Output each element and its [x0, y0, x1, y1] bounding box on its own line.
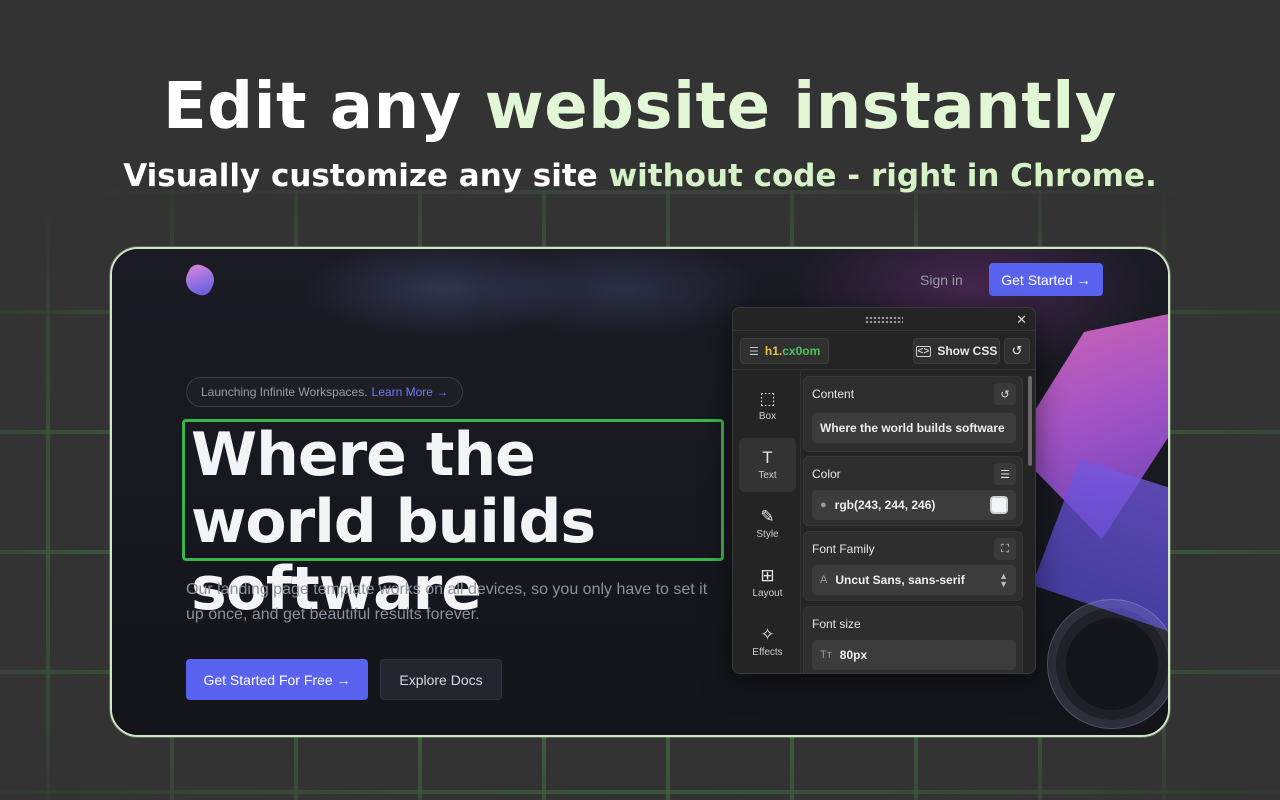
announcement-pill[interactable]: Launching Infinite Workspaces. Learn Mor…	[186, 377, 464, 407]
font-size-label: Font size	[812, 617, 861, 631]
layout-icon: ⊞	[760, 566, 775, 585]
explore-docs-button[interactable]: Explore Docs	[380, 659, 502, 700]
font-family-label: Font Family	[812, 542, 875, 556]
content-value: Where the world builds software	[820, 421, 1005, 435]
announcement-text: Launching Infinite Workspaces.	[201, 385, 368, 399]
tab-style[interactable]: ✎ Style	[739, 497, 796, 551]
content-label: Content	[812, 387, 855, 401]
hero-title: Edit any website instantly	[0, 70, 1280, 144]
code-icon: <>	[915, 345, 932, 357]
wand-icon: ✧	[760, 625, 775, 644]
hero-subtitle-accent: without code - right in Chrome.	[608, 158, 1157, 194]
panel-body: Content ↺ Where the world builds softwar…	[803, 376, 1023, 673]
font-family-value: Uncut Sans, sans-serif	[835, 573, 965, 587]
font-size-section: Font size Tт 80px	[803, 606, 1023, 673]
tab-box-label: Box	[758, 411, 777, 422]
website-preview-frame: Sign in Get Started → Launching Infinite…	[110, 247, 1170, 737]
expand-icon[interactable]: ⛶	[994, 538, 1016, 560]
hero-title-part1: Edit any	[163, 70, 462, 144]
signin-link[interactable]: Sign in	[920, 272, 963, 288]
get-started-free-button[interactable]: Get Started For Free →	[186, 659, 368, 700]
decorative-shape-rings	[1047, 599, 1168, 729]
tab-text[interactable]: T Text	[739, 438, 796, 492]
text-icon: T	[762, 448, 773, 467]
font-icon: A	[820, 574, 828, 586]
site-lead-text: Our landing page template works on all d…	[186, 581, 708, 623]
tab-effects[interactable]: ✧ Effects	[739, 615, 796, 669]
color-label: Color	[812, 467, 841, 481]
reset-icon[interactable]: ↺	[1004, 338, 1030, 364]
font-size-input[interactable]: Tт 80px	[812, 640, 1016, 670]
tab-layout[interactable]: ⊞ Layout	[739, 556, 796, 610]
nav-get-started-button[interactable]: Get Started →	[989, 263, 1103, 296]
box-icon: ⬚	[759, 389, 776, 408]
content-input[interactable]: Where the world builds software	[812, 413, 1016, 443]
hero-subtitle: Visually customize any site without code…	[0, 158, 1280, 194]
chevron-updown-icon: ▲ ▼	[999, 571, 1008, 589]
brush-icon: ✎	[760, 507, 775, 526]
content-section: Content ↺ Where the world builds softwar…	[803, 376, 1023, 452]
hero-title-accent: website instantly	[484, 70, 1117, 144]
panel-toolbar: ☰ h1.cx0om <> Show CSS ↺	[733, 330, 1035, 370]
tab-effects-label: Effects	[752, 647, 783, 658]
selector-id: cx0om	[782, 344, 821, 358]
hero-subtitle-part1: Visually customize any site	[123, 158, 598, 194]
color-input[interactable]: ● rgb(243, 244, 246)	[812, 490, 1016, 520]
tab-style-label: Style	[756, 529, 779, 540]
reset-content-icon[interactable]: ↺	[994, 383, 1016, 405]
tab-layout-label: Layout	[752, 588, 783, 599]
list-icon[interactable]: ☰	[994, 463, 1016, 485]
selected-element-outline[interactable]: Where the world builds software	[182, 419, 724, 623]
color-value: rgb(243, 244, 246)	[834, 498, 936, 512]
color-section: Color ☰ ● rgb(243, 244, 246)	[803, 456, 1023, 526]
font-size-value: 80px	[839, 648, 868, 662]
panel-scrollbar[interactable]	[1028, 376, 1032, 466]
tab-text-label: Text	[758, 470, 777, 481]
droplet-icon: ●	[820, 499, 827, 511]
text-size-icon: Tт	[820, 649, 832, 661]
color-swatch[interactable]	[990, 496, 1008, 514]
drag-handle-icon[interactable]	[865, 316, 903, 324]
element-selector-chip[interactable]: ☰ h1.cx0om	[740, 338, 830, 364]
show-css-button[interactable]: <> Show CSS	[913, 338, 1000, 364]
close-icon[interactable]: ✕	[1016, 312, 1027, 328]
panel-tabs: ⬚ Box T Text ✎ Style ⊞ Layout ✧ Effects	[733, 371, 801, 673]
tab-box[interactable]: ⬚ Box	[739, 379, 796, 433]
tree-icon: ☰	[749, 345, 759, 358]
font-family-section: Font Family ⛶ A Uncut Sans, sans-serif ▲…	[803, 531, 1023, 601]
show-css-label: Show CSS	[937, 344, 998, 358]
editor-panel: ✕ ☰ h1.cx0om <> Show CSS ↺ ⬚ Box T Text …	[732, 307, 1036, 674]
selector-tag: h1.	[764, 344, 783, 358]
font-family-select[interactable]: A Uncut Sans, sans-serif ▲ ▼	[812, 565, 1016, 595]
learn-more-link[interactable]: Learn More →	[372, 385, 449, 399]
